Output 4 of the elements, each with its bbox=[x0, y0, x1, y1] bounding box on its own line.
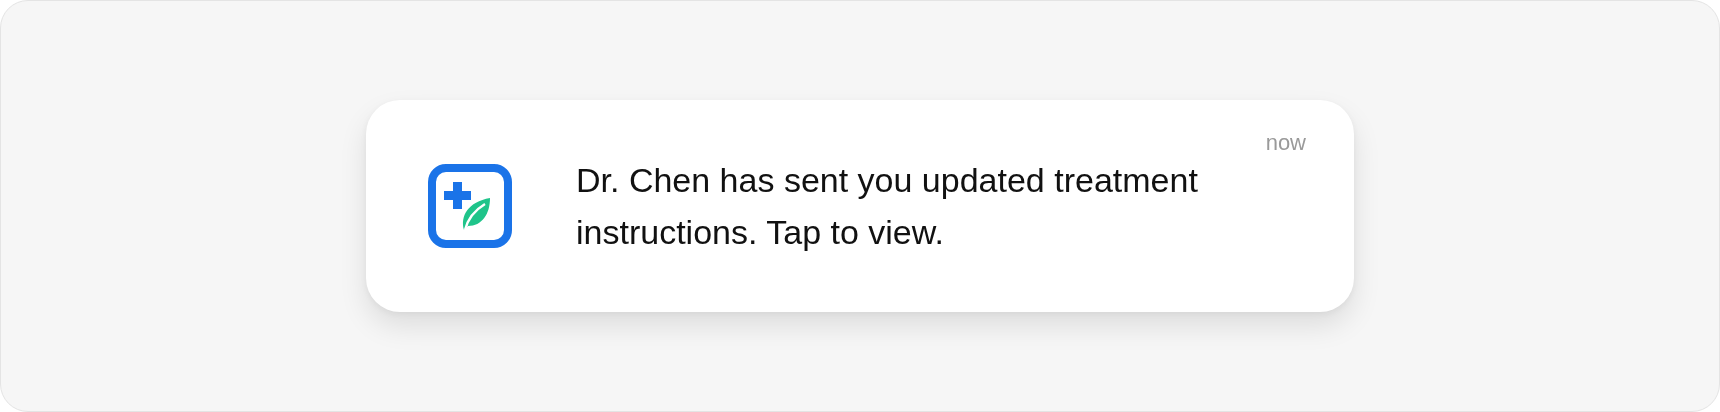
notification-card[interactable]: Dr. Chen has sent you updated treatment instructions. Tap to view. now bbox=[366, 100, 1354, 312]
notification-message: Dr. Chen has sent you updated treatment instructions. Tap to view. bbox=[576, 160, 1199, 253]
timestamp: now bbox=[1265, 129, 1306, 157]
medical-app-icon bbox=[428, 164, 512, 248]
